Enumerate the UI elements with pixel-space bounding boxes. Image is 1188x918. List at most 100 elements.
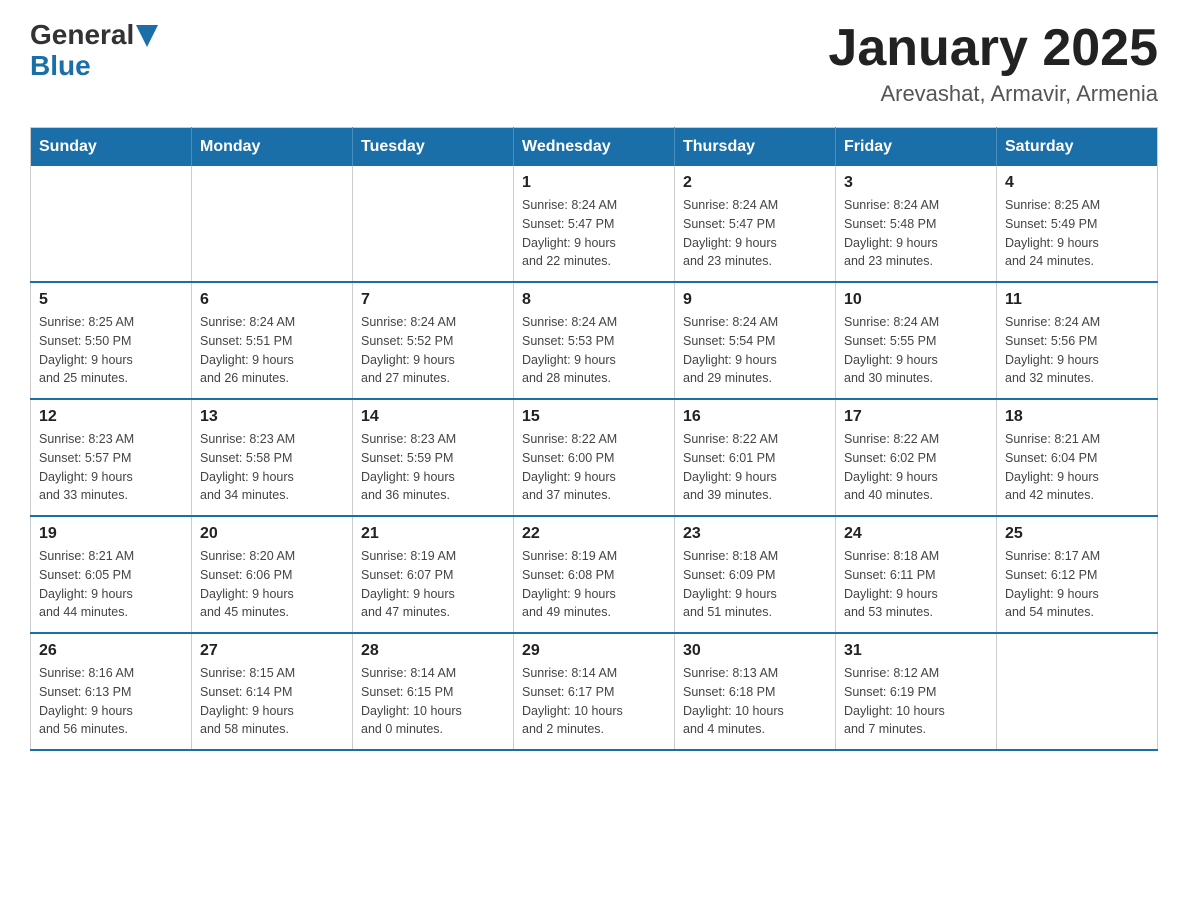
day-number: 11 xyxy=(1005,291,1149,309)
logo-blue-text: Blue xyxy=(30,51,158,82)
day-number: 4 xyxy=(1005,174,1149,192)
calendar-cell: 25 Sunrise: 8:17 AM Sunset: 6:12 PM Dayli… xyxy=(997,516,1158,633)
day-info: Sunrise: 8:23 AM Sunset: 5:58 PM Dayligh… xyxy=(200,430,344,505)
calendar-cell: 8 Sunrise: 8:24 AM Sunset: 5:53 PM Daylig… xyxy=(514,282,675,399)
calendar-cell: 24 Sunrise: 8:18 AM Sunset: 6:11 PM Dayli… xyxy=(836,516,997,633)
calendar-cell: 2 Sunrise: 8:24 AM Sunset: 5:47 PM Daylig… xyxy=(675,166,836,282)
day-info: Sunrise: 8:15 AM Sunset: 6:14 PM Dayligh… xyxy=(200,664,344,739)
day-number: 5 xyxy=(39,291,183,309)
day-info: Sunrise: 8:20 AM Sunset: 6:06 PM Dayligh… xyxy=(200,547,344,622)
calendar-cell: 1 Sunrise: 8:24 AM Sunset: 5:47 PM Daylig… xyxy=(514,166,675,282)
day-number: 14 xyxy=(361,408,505,426)
day-info: Sunrise: 8:12 AM Sunset: 6:19 PM Dayligh… xyxy=(844,664,988,739)
calendar-cell: 5 Sunrise: 8:25 AM Sunset: 5:50 PM Daylig… xyxy=(31,282,192,399)
calendar-cell xyxy=(192,166,353,282)
calendar-cell: 9Sunrise: 8:24 AM Sunset: 5:54 PM Daylig… xyxy=(675,282,836,399)
calendar-table: SundayMondayTuesdayWednesdayThursdayFrid… xyxy=(30,127,1158,751)
day-number: 20 xyxy=(200,525,344,543)
calendar-cell: 6 Sunrise: 8:24 AM Sunset: 5:51 PM Daylig… xyxy=(192,282,353,399)
day-info: Sunrise: 8:16 AM Sunset: 6:13 PM Dayligh… xyxy=(39,664,183,739)
day-info: Sunrise: 8:24 AM Sunset: 5:51 PM Dayligh… xyxy=(200,313,344,388)
calendar-day-header: Thursday xyxy=(675,128,836,167)
day-info: Sunrise: 8:24 AM Sunset: 5:48 PM Dayligh… xyxy=(844,196,988,271)
day-number: 18 xyxy=(1005,408,1149,426)
calendar-cell: 10 Sunrise: 8:24 AM Sunset: 5:55 PM Dayli… xyxy=(836,282,997,399)
calendar-cell: 15 Sunrise: 8:22 AM Sunset: 6:00 PM Dayli… xyxy=(514,399,675,516)
day-number: 10 xyxy=(844,291,988,309)
calendar-day-header: Monday xyxy=(192,128,353,167)
calendar-cell: 30Sunrise: 8:13 AM Sunset: 6:18 PM Dayli… xyxy=(675,633,836,750)
day-number: 26 xyxy=(39,642,183,660)
calendar-header: SundayMondayTuesdayWednesdayThursdayFrid… xyxy=(31,128,1158,167)
page-header: General Blue January 2025 Arevashat, Arm… xyxy=(30,20,1158,107)
calendar-week-row: 19 Sunrise: 8:21 AM Sunset: 6:05 PM Dayli… xyxy=(31,516,1158,633)
day-number: 28 xyxy=(361,642,505,660)
day-info: Sunrise: 8:14 AM Sunset: 6:17 PM Dayligh… xyxy=(522,664,666,739)
calendar-cell: 23 Sunrise: 8:18 AM Sunset: 6:09 PM Dayli… xyxy=(675,516,836,633)
calendar-header-row: SundayMondayTuesdayWednesdayThursdayFrid… xyxy=(31,128,1158,167)
calendar-cell: 22 Sunrise: 8:19 AM Sunset: 6:08 PM Dayli… xyxy=(514,516,675,633)
calendar-cell: 19 Sunrise: 8:21 AM Sunset: 6:05 PM Dayli… xyxy=(31,516,192,633)
day-number: 25 xyxy=(1005,525,1149,543)
day-info: Sunrise: 8:24 AM Sunset: 5:55 PM Dayligh… xyxy=(844,313,988,388)
day-info: Sunrise: 8:13 AM Sunset: 6:18 PM Dayligh… xyxy=(683,664,827,739)
day-number: 23 xyxy=(683,525,827,543)
day-number: 2 xyxy=(683,174,827,192)
day-number: 3 xyxy=(844,174,988,192)
day-info: Sunrise: 8:22 AM Sunset: 6:00 PM Dayligh… xyxy=(522,430,666,505)
day-info: Sunrise: 8:14 AM Sunset: 6:15 PM Dayligh… xyxy=(361,664,505,739)
calendar-cell: 14 Sunrise: 8:23 AM Sunset: 5:59 PM Dayli… xyxy=(353,399,514,516)
day-number: 24 xyxy=(844,525,988,543)
day-info: Sunrise: 8:22 AM Sunset: 6:01 PM Dayligh… xyxy=(683,430,827,505)
title-block: January 2025 Arevashat, Armavir, Armenia xyxy=(828,20,1158,107)
day-number: 21 xyxy=(361,525,505,543)
day-info: Sunrise: 8:21 AM Sunset: 6:04 PM Dayligh… xyxy=(1005,430,1149,505)
day-number: 7 xyxy=(361,291,505,309)
day-info: Sunrise: 8:23 AM Sunset: 5:59 PM Dayligh… xyxy=(361,430,505,505)
day-info: Sunrise: 8:24 AM Sunset: 5:56 PM Dayligh… xyxy=(1005,313,1149,388)
day-number: 22 xyxy=(522,525,666,543)
calendar-cell: 4 Sunrise: 8:25 AM Sunset: 5:49 PM Daylig… xyxy=(997,166,1158,282)
day-info: Sunrise: 8:24 AM Sunset: 5:47 PM Dayligh… xyxy=(522,196,666,271)
day-info: Sunrise: 8:22 AM Sunset: 6:02 PM Dayligh… xyxy=(844,430,988,505)
day-info: Sunrise: 8:24 AM Sunset: 5:53 PM Dayligh… xyxy=(522,313,666,388)
calendar-cell: 7Sunrise: 8:24 AM Sunset: 5:52 PM Daylig… xyxy=(353,282,514,399)
day-info: Sunrise: 8:21 AM Sunset: 6:05 PM Dayligh… xyxy=(39,547,183,622)
day-info: Sunrise: 8:18 AM Sunset: 6:11 PM Dayligh… xyxy=(844,547,988,622)
calendar-cell: 21 Sunrise: 8:19 AM Sunset: 6:07 PM Dayli… xyxy=(353,516,514,633)
day-info: Sunrise: 8:25 AM Sunset: 5:50 PM Dayligh… xyxy=(39,313,183,388)
day-number: 31 xyxy=(844,642,988,660)
calendar-cell: 18 Sunrise: 8:21 AM Sunset: 6:04 PM Dayli… xyxy=(997,399,1158,516)
calendar-cell: 3 Sunrise: 8:24 AM Sunset: 5:48 PM Daylig… xyxy=(836,166,997,282)
day-number: 6 xyxy=(200,291,344,309)
calendar-cell: 29Sunrise: 8:14 AM Sunset: 6:17 PM Dayli… xyxy=(514,633,675,750)
calendar-cell xyxy=(997,633,1158,750)
day-info: Sunrise: 8:19 AM Sunset: 6:08 PM Dayligh… xyxy=(522,547,666,622)
calendar-week-row: 1 Sunrise: 8:24 AM Sunset: 5:47 PM Daylig… xyxy=(31,166,1158,282)
day-info: Sunrise: 8:25 AM Sunset: 5:49 PM Dayligh… xyxy=(1005,196,1149,271)
calendar-cell: 27Sunrise: 8:15 AM Sunset: 6:14 PM Dayli… xyxy=(192,633,353,750)
calendar-day-header: Wednesday xyxy=(514,128,675,167)
calendar-cell: 16Sunrise: 8:22 AM Sunset: 6:01 PM Dayli… xyxy=(675,399,836,516)
calendar-cell xyxy=(31,166,192,282)
day-info: Sunrise: 8:24 AM Sunset: 5:54 PM Dayligh… xyxy=(683,313,827,388)
calendar-week-row: 26 Sunrise: 8:16 AM Sunset: 6:13 PM Dayli… xyxy=(31,633,1158,750)
day-number: 12 xyxy=(39,408,183,426)
day-info: Sunrise: 8:18 AM Sunset: 6:09 PM Dayligh… xyxy=(683,547,827,622)
day-info: Sunrise: 8:19 AM Sunset: 6:07 PM Dayligh… xyxy=(361,547,505,622)
page-title: January 2025 xyxy=(828,20,1158,77)
calendar-day-header: Tuesday xyxy=(353,128,514,167)
day-number: 13 xyxy=(200,408,344,426)
day-number: 15 xyxy=(522,408,666,426)
calendar-cell: 12 Sunrise: 8:23 AM Sunset: 5:57 PM Dayli… xyxy=(31,399,192,516)
day-info: Sunrise: 8:23 AM Sunset: 5:57 PM Dayligh… xyxy=(39,430,183,505)
calendar-day-header: Friday xyxy=(836,128,997,167)
day-info: Sunrise: 8:17 AM Sunset: 6:12 PM Dayligh… xyxy=(1005,547,1149,622)
day-info: Sunrise: 8:24 AM Sunset: 5:47 PM Dayligh… xyxy=(683,196,827,271)
day-number: 19 xyxy=(39,525,183,543)
calendar-cell xyxy=(353,166,514,282)
day-number: 1 xyxy=(522,174,666,192)
calendar-cell: 13 Sunrise: 8:23 AM Sunset: 5:58 PM Dayli… xyxy=(192,399,353,516)
day-number: 8 xyxy=(522,291,666,309)
page-subtitle: Arevashat, Armavir, Armenia xyxy=(828,81,1158,107)
